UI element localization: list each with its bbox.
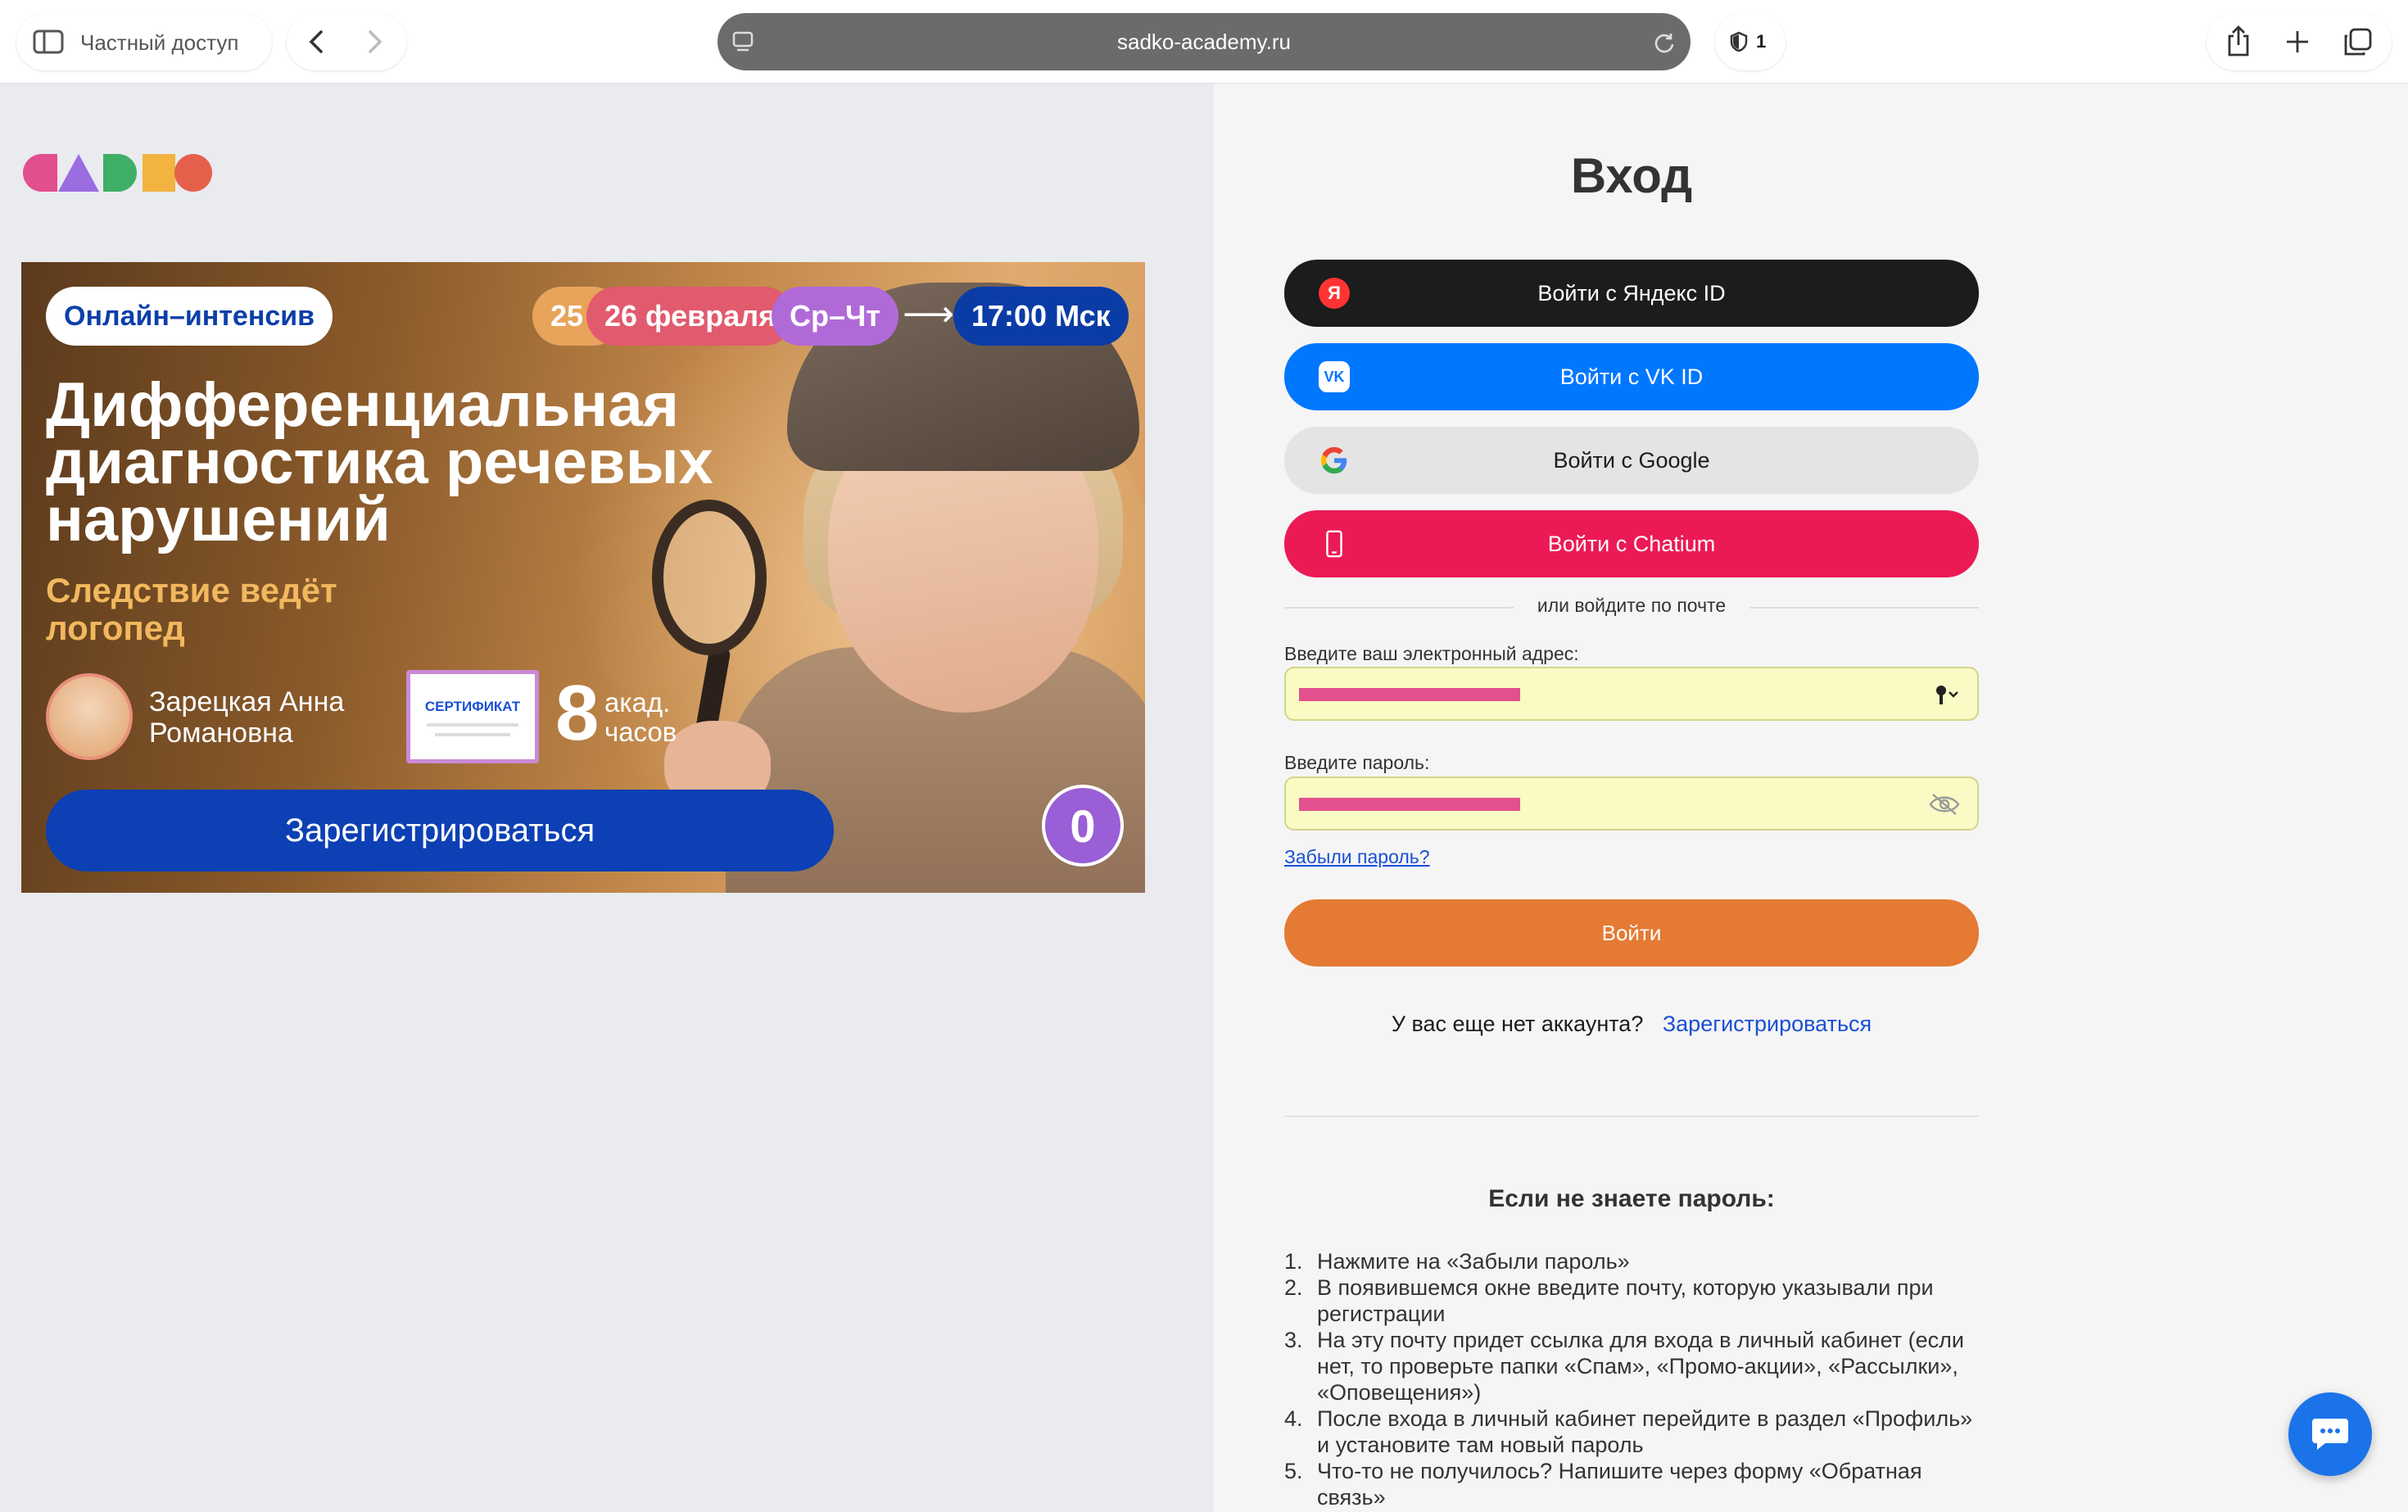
speaker-avatar [46, 673, 133, 760]
sidebar-icon [33, 29, 64, 54]
chevron-left-icon[interactable] [306, 29, 326, 54]
vk-login-button[interactable]: VK Войти с VK ID [1284, 343, 1979, 410]
privacy-report-button[interactable]: 1 [1715, 13, 1786, 70]
banner-subtitle-line1: Следствие ведёт [46, 571, 337, 609]
history-nav [287, 13, 406, 70]
speaker-name: Зарецкая Анна Романовна [149, 686, 344, 749]
chevron-right-icon[interactable] [365, 29, 385, 54]
forgot-password-link[interactable]: Забыли пароль? [1284, 846, 1430, 868]
weekdays-badge: Ср–Чт [772, 287, 898, 346]
redacted-email [1299, 688, 1520, 701]
reload-icon[interactable] [1653, 31, 1676, 54]
speaker-name-line1: Зарецкая Анна [149, 686, 345, 718]
private-access-label: Частный доступ [80, 30, 239, 55]
google-login-label: Войти с Google [1553, 447, 1710, 473]
chat-icon [2312, 1419, 2348, 1450]
help-list-item: 1. Нажмите на «Забыли пароль» [1284, 1249, 1630, 1274]
vk-icon: VK [1319, 361, 1350, 392]
banner-title-line1: Дифференциальная [46, 370, 679, 440]
email-field[interactable] [1284, 667, 1979, 721]
help-list-item: 3. На эту почту придет ссылка для входа в… [1284, 1328, 1964, 1405]
banner-subtitle: Следствие ведёт логопед [46, 572, 337, 647]
url-text: sadko-academy.ru [1117, 29, 1291, 54]
banner-register-button[interactable]: Зарегистрироваться [46, 790, 834, 871]
banner-title: Дифференциальная диагностика речевых нар… [46, 370, 713, 555]
browser-toolbar: Частный доступ sadko-academy.ru 1 [0, 0, 2408, 84]
google-icon [1320, 446, 1347, 474]
banner-subtitle-line2: логопед [46, 609, 185, 647]
password-field[interactable] [1284, 776, 1979, 831]
certificate-line [427, 723, 518, 727]
password-label: Введите пароль: [1284, 752, 1430, 773]
email-divider-label: или войдите по почте [1520, 595, 1743, 616]
free-badge: 0 [1042, 785, 1124, 867]
chatium-login-button[interactable]: Войти с Chatium [1284, 510, 1979, 577]
redacted-password [1299, 798, 1520, 811]
shield-icon [1730, 31, 1748, 52]
help-list-item: 5. Что-то не получилось? Напишите через ф… [1284, 1459, 1922, 1510]
free-badge-number: 0 [1070, 799, 1096, 852]
help-list: 1. Нажмите на «Забыли пароль» 2. В появивш… [1284, 1248, 1989, 1510]
chatium-login-label: Войти с Chatium [1547, 531, 1716, 556]
tabs-icon[interactable] [2342, 28, 2372, 57]
register-link[interactable]: Зарегистрироваться [1663, 1012, 1872, 1036]
certificate-card: СЕРТИФИКАТ [406, 670, 539, 763]
yandex-icon: Я [1319, 278, 1350, 309]
vk-login-label: Войти с VK ID [1559, 364, 1704, 389]
share-icon[interactable] [2226, 25, 2251, 57]
time-badge: 17:00 Мск [953, 287, 1129, 346]
divider-line-right [1749, 607, 1979, 609]
email-label: Введите ваш электронный адрес: [1284, 643, 1579, 664]
date-badge: 26 февраля [586, 287, 794, 346]
section-divider [1284, 1116, 1979, 1117]
chat-button[interactable] [2288, 1392, 2372, 1476]
help-list-item: 4. После входа в личный кабинет перейдите… [1284, 1406, 1973, 1457]
help-title: Если не знаете пароль: [1488, 1185, 1775, 1212]
banner-title-line3: нарушений [46, 485, 391, 555]
certificate-label: СЕРТИФИКАТ [424, 699, 521, 714]
certificate-line [435, 733, 510, 736]
eye-off-icon[interactable] [1928, 791, 1961, 817]
hours-label-line1: акад. [604, 687, 671, 718]
sadko-logo[interactable] [21, 152, 215, 193]
phone-icon [1326, 530, 1342, 558]
promo-banner[interactable]: Онлайн–интенсив 25 26 февраля Ср–Чт ⟶ 17… [21, 262, 1145, 893]
hours-label-line2: часов [604, 717, 677, 747]
speaker-name-line2: Романовна [149, 718, 293, 749]
hours-number: 8 [555, 669, 600, 757]
yandex-login-label: Войти с Яндекс ID [1537, 280, 1726, 306]
address-bar[interactable]: sadko-academy.ru [717, 13, 1691, 70]
hours-label: акад. часов [604, 688, 677, 747]
key-icon[interactable] [1933, 683, 1961, 708]
email-divider-text: или войдите по почте [1284, 595, 1979, 617]
google-login-button[interactable]: Войти с Google [1284, 427, 1979, 494]
yandex-login-button[interactable]: Я Войти с Яндекс ID [1284, 260, 1979, 327]
banner-title-line2: диагностика речевых [46, 428, 713, 497]
online-intensive-tag: Онлайн–интенсив [46, 287, 333, 346]
submit-login-button[interactable]: Войти [1284, 899, 1979, 967]
help-list-item: 2. В появившемся окне введите почту, кото… [1284, 1275, 1934, 1326]
arrow-icon: ⟶ [903, 294, 955, 334]
private-access-button[interactable]: Частный доступ [16, 13, 272, 70]
register-prompt: У вас еще нет аккаунта? Зарегистрировать… [1284, 1012, 1979, 1037]
no-account-text: У вас еще нет аккаунта? [1391, 1012, 1644, 1036]
login-title: Вход [1570, 148, 1693, 203]
shield-count: 1 [1756, 31, 1767, 52]
plus-icon[interactable] [2285, 29, 2310, 54]
toolbar-actions [2207, 13, 2392, 70]
